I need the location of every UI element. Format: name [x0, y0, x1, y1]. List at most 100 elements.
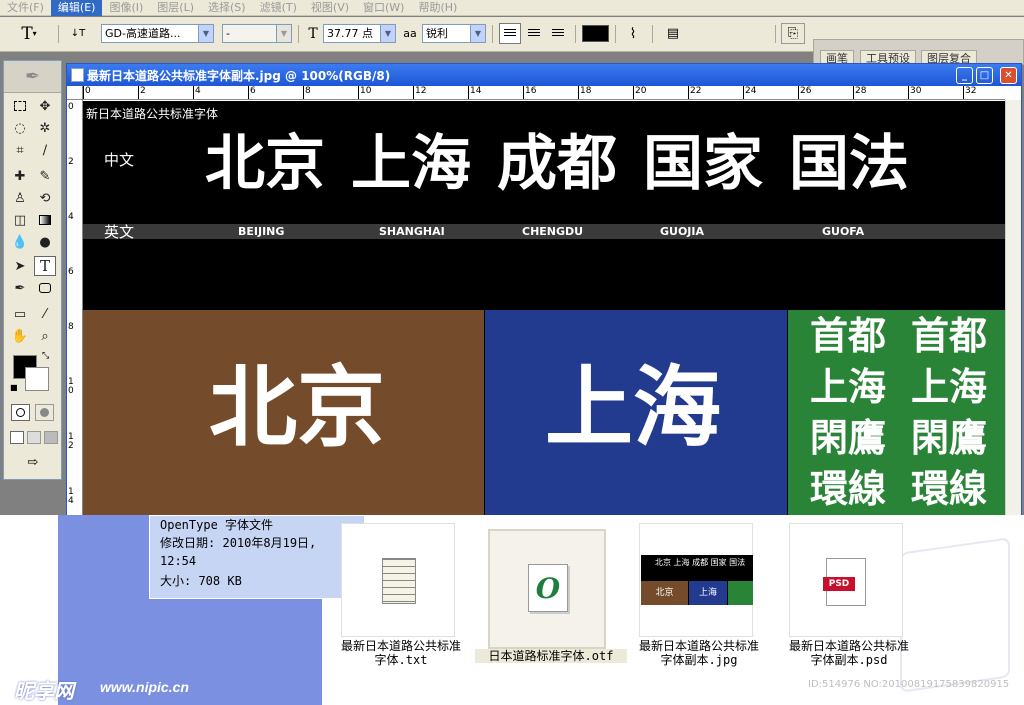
- ruler-tick: [468, 86, 469, 99]
- close-button[interactable]: ✕: [1000, 67, 1017, 84]
- align-right-icon: [552, 29, 564, 38]
- ruler-tick-label: 22: [690, 86, 702, 96]
- dodge-tool-icon[interactable]: ●: [34, 232, 56, 252]
- align-left-button[interactable]: [499, 23, 521, 44]
- romaji-guofa: GUOFA: [822, 225, 865, 238]
- jump-to-imageready-button[interactable]: ⇨: [12, 455, 54, 473]
- file-thumbnail: O: [488, 529, 606, 649]
- gradient-tool-icon[interactable]: [34, 210, 56, 230]
- swap-colors-icon[interactable]: ⤡: [42, 351, 49, 361]
- antialias-select[interactable]: 锐利 ▼: [422, 24, 486, 43]
- ruler-tick: [193, 86, 194, 99]
- ruler-tick-label: 10: [360, 86, 372, 96]
- zoom-tool-icon[interactable]: ⌕: [34, 326, 56, 346]
- sign-green-text: 首都: [911, 314, 988, 358]
- menu-select[interactable]: 选择(S): [201, 0, 253, 16]
- ruler-vertical: 0 2 4 6 8 10 12 14: [67, 100, 83, 520]
- image-thumbnail-icon: 北京 上海 成都 国家 国法 北京 上海: [641, 555, 753, 605]
- text-orientation-toggle[interactable]: ↓T: [66, 23, 90, 44]
- hand-tool-icon[interactable]: ✋: [9, 326, 31, 346]
- healing-brush-tool-icon[interactable]: ✚: [9, 166, 31, 186]
- screen-mode-menu-button[interactable]: [27, 431, 41, 444]
- ruler-tick-label: 20: [635, 86, 647, 96]
- sign-green-text: 閑鷹: [911, 416, 988, 460]
- file-browser-icon: ⎘: [787, 26, 799, 41]
- file-thumbnail: [341, 523, 455, 637]
- ruler-tick: [963, 86, 964, 99]
- align-right-button[interactable]: [547, 23, 569, 44]
- image-canvas[interactable]: 新日本道路公共标准字体 中文 北京 上海 成都 国家 国法 英文 BEIJING…: [83, 101, 1005, 519]
- menu-filter[interactable]: 滤镜(T): [253, 0, 304, 16]
- quick-mask-button[interactable]: [35, 404, 54, 421]
- screen-mode-standard-button[interactable]: [10, 431, 24, 444]
- crop-tool-icon[interactable]: ⌗: [9, 140, 31, 160]
- chevron-down-icon: ▼: [198, 25, 213, 42]
- ruler-tick-label: 2: [140, 86, 146, 96]
- detail-size: 大小: 708 KB: [160, 574, 242, 588]
- background-color-swatch[interactable]: [25, 367, 49, 391]
- document-title-bar[interactable]: 最新日本道路公共标准字体副本.jpg @ 100%(RGB/8) _ □ ✕: [67, 64, 1021, 86]
- font-family-select[interactable]: GD-高速道路... ▼: [101, 24, 214, 43]
- file-name-line: 字体副本.jpg: [660, 653, 738, 667]
- magic-wand-tool-icon[interactable]: ✲: [34, 118, 56, 138]
- font-size-input[interactable]: 37.77 点 ▼: [323, 24, 396, 43]
- ruler-tick-label: 26: [800, 86, 812, 96]
- file-browser-button[interactable]: ⎘: [781, 23, 805, 44]
- font-style-select[interactable]: - ▼: [222, 24, 292, 43]
- ruler-tick: [633, 86, 634, 99]
- menu-help[interactable]: 帮助(H): [411, 0, 464, 16]
- blur-tool-icon[interactable]: 💧: [9, 232, 31, 252]
- move-tool-icon[interactable]: ✥: [34, 96, 56, 116]
- menu-edit[interactable]: 编辑(E): [50, 0, 103, 16]
- ruler-tick-label: 14: [68, 487, 74, 506]
- clone-stamp-tool-icon[interactable]: ♙: [9, 188, 31, 208]
- marquee-tool-icon[interactable]: [9, 96, 31, 116]
- palettes-button[interactable]: ▤: [662, 23, 684, 44]
- path-selection-tool-icon[interactable]: ➤: [9, 256, 31, 276]
- document-window: 最新日本道路公共标准字体副本.jpg @ 100%(RGB/8) _ □ ✕ 0…: [66, 63, 1022, 520]
- vertical-scrollbar[interactable]: [1005, 100, 1021, 520]
- eraser-tool-icon[interactable]: ◫: [9, 210, 31, 230]
- warp-text-button[interactable]: ⌇: [622, 23, 644, 44]
- feather-logo-icon[interactable]: ✒: [4, 61, 61, 93]
- type-tool-icon[interactable]: T: [34, 256, 56, 276]
- notes-tool-icon[interactable]: ▭: [9, 304, 31, 324]
- sign-green-text: 首都: [810, 314, 887, 358]
- menu-layer[interactable]: 图层(L): [150, 0, 201, 16]
- menu-image[interactable]: 图像(I): [102, 0, 150, 16]
- maximize-button[interactable]: □: [976, 67, 993, 84]
- ruler-tick-label: 12: [415, 86, 427, 96]
- minimize-button[interactable]: _: [956, 67, 973, 84]
- ruler-horizontal: 0 2 4 6 8 10 12 14 16 18 20 22 24 26 28 30 32: [83, 86, 1005, 100]
- shape-tool-icon[interactable]: [34, 278, 56, 298]
- file-name-line: 最新日本道路公共标准: [340, 639, 461, 653]
- ruler-tick-label: 0: [85, 86, 91, 96]
- text-color-swatch[interactable]: [582, 25, 609, 42]
- explorer-sidebar: OpenType 字体文件 修改日期: 2010年8月19日, 12:54 大小…: [58, 515, 365, 705]
- default-colors-icon[interactable]: ■: [10, 383, 18, 392]
- brush-tool-icon[interactable]: ✎: [34, 166, 56, 186]
- pen-tool-icon[interactable]: ✒: [9, 278, 31, 298]
- psd-badge: PSD: [823, 577, 855, 591]
- history-brush-tool-icon[interactable]: ⟲: [34, 188, 56, 208]
- slice-tool-icon[interactable]: ∕: [34, 140, 56, 160]
- tool-preset-picker[interactable]: T ▾: [14, 23, 44, 44]
- menu-view[interactable]: 视图(V): [304, 0, 356, 16]
- text-orientation-icon: ↓T: [70, 28, 86, 39]
- chevron-down-icon: ▼: [470, 25, 485, 42]
- thumb-brown: 北京: [641, 581, 688, 605]
- screen-mode-full-button[interactable]: [44, 431, 58, 444]
- menu-window[interactable]: 窗口(W): [356, 0, 411, 16]
- eyedropper-tool-icon[interactable]: ⁄: [34, 304, 56, 324]
- align-center-button[interactable]: [523, 23, 545, 44]
- lasso-tool-icon[interactable]: ◌: [9, 118, 31, 138]
- ruler-tick: [578, 86, 579, 99]
- menu-file[interactable]: 文件(F): [0, 0, 51, 16]
- big-word-guofa: 国法: [789, 129, 909, 199]
- photoshop-app: 文件(F) 编辑(E) 图像(I) 图层(L) 选择(S) 滤镜(T) 视图(V…: [0, 0, 1024, 705]
- detail-time: 12:54: [160, 554, 197, 568]
- standard-mode-button[interactable]: [11, 404, 30, 421]
- toolbox: ✒ ✥ ◌ ✲ ⌗ ∕ ✚ ✎ ♙ ⟲ ◫ 💧 ● ➤ T ✒ ▭ ⁄ ✋ ⌕ …: [3, 60, 62, 480]
- sign-green-panel: 首都 首都 上海 上海 閑鷹 閑鷹 環線 環線: [788, 310, 1005, 519]
- quick-mask-icon: [40, 408, 49, 417]
